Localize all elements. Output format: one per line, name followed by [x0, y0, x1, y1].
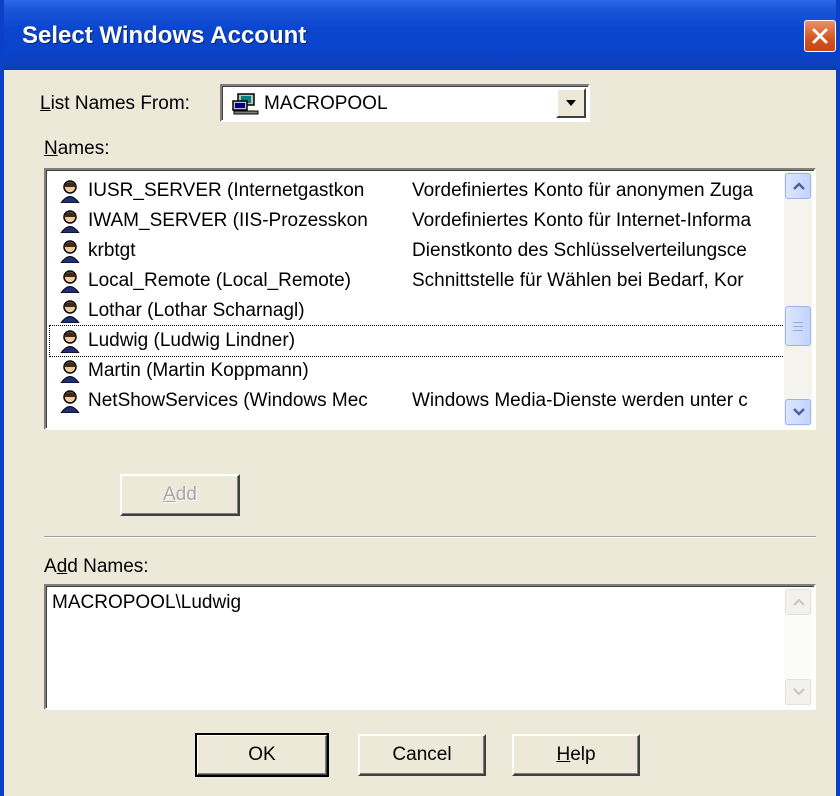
list-names-from-label: List Names From:	[40, 93, 190, 114]
account-name: NetShowServices (Windows Mec	[88, 390, 368, 411]
add-button[interactable]: Add	[120, 474, 240, 516]
list-item[interactable]: krbtgt Dienstkonto des Schlüsselverteilu…	[52, 236, 782, 266]
names-scrollbar[interactable]	[784, 172, 812, 426]
list-item-selected[interactable]: Ludwig (Ludwig Lindner)	[49, 325, 785, 357]
list-item[interactable]: Martin (Martin Koppmann)	[52, 356, 782, 386]
scroll-up-button[interactable]	[785, 589, 811, 615]
account-name: IWAM_SERVER (IIS-Prozesskon	[88, 210, 368, 231]
account-description: Dienstkonto des Schlüsselverteilungsce	[412, 240, 747, 261]
help-button[interactable]: Help	[512, 734, 640, 776]
chevron-up-icon	[793, 182, 805, 190]
account-description: Vordefiniertes Konto für Internet-Inform…	[412, 210, 752, 231]
close-button[interactable]	[804, 20, 836, 52]
scroll-up-button[interactable]	[785, 173, 811, 199]
names-label: Names:	[44, 138, 110, 159]
list-item[interactable]: NetShowServices (Windows Mec Windows Med…	[52, 386, 782, 416]
account-description: Schnittstelle für Wählen bei Bedarf, Kor	[412, 270, 744, 291]
list-names-from-value: MACROPOOL	[264, 93, 388, 114]
add-names-value: MACROPOOL\Ludwig	[52, 592, 242, 613]
scroll-grip	[793, 330, 803, 331]
user-icon	[60, 390, 80, 413]
user-icon	[60, 180, 80, 203]
list-item[interactable]: Local_Remote (Local_Remote) Schnittstell…	[52, 266, 782, 296]
chevron-down-icon	[793, 408, 805, 416]
user-icon	[60, 210, 80, 233]
account-name: Martin (Martin Koppmann)	[88, 360, 309, 381]
domain-computer-icon	[232, 93, 259, 115]
account-name: IUSR_SERVER (Internetgastkon	[88, 180, 365, 201]
add-names-label: Add Names:	[44, 556, 149, 577]
chevron-down-icon	[566, 100, 576, 106]
user-icon	[60, 330, 80, 353]
account-name: krbtgt	[88, 240, 136, 261]
list-item[interactable]: IWAM_SERVER (IIS-Prozesskon Vordefiniert…	[52, 206, 782, 236]
list-item[interactable]: IUSR_SERVER (Internetgastkon Vordefinier…	[52, 176, 782, 206]
account-name: Ludwig (Ludwig Lindner)	[88, 330, 296, 351]
scroll-thumb[interactable]	[785, 306, 811, 346]
scroll-down-button[interactable]	[785, 679, 811, 705]
account-name: Lothar (Lothar Scharnagl)	[88, 300, 305, 321]
user-icon	[60, 240, 80, 263]
account-description: Vordefiniertes Konto für anonymen Zuga	[412, 180, 754, 201]
list-names-from-combo[interactable]: MACROPOOL	[220, 84, 590, 122]
list-item[interactable]: Lothar (Lothar Scharnagl)	[52, 296, 782, 326]
user-icon	[60, 270, 80, 293]
dialog-window: Select Windows Account List Names From: …	[0, 0, 840, 796]
close-icon	[812, 28, 828, 44]
scroll-grip	[793, 326, 803, 327]
names-listbox[interactable]: IUSR_SERVER (Internetgastkon Vordefinier…	[44, 168, 816, 430]
separator	[44, 536, 816, 538]
chevron-down-icon	[793, 688, 805, 696]
combo-dropdown-button[interactable]	[556, 88, 586, 118]
window-title: Select Windows Account	[22, 22, 307, 49]
ok-button[interactable]: OK	[195, 733, 329, 777]
user-icon	[60, 300, 80, 323]
account-description: Windows Media-Dienste werden unter c	[412, 390, 748, 411]
account-name: Local_Remote (Local_Remote)	[88, 270, 351, 291]
user-icon	[60, 360, 80, 383]
cancel-button[interactable]: Cancel	[358, 734, 486, 776]
title-bar[interactable]: Select Windows Account	[4, 0, 836, 70]
add-names-field[interactable]: MACROPOOL\Ludwig	[44, 584, 816, 710]
chevron-up-icon	[793, 598, 805, 606]
add-names-scrollbar[interactable]	[784, 588, 812, 706]
scroll-grip	[793, 322, 803, 323]
scroll-down-button[interactable]	[785, 399, 811, 425]
